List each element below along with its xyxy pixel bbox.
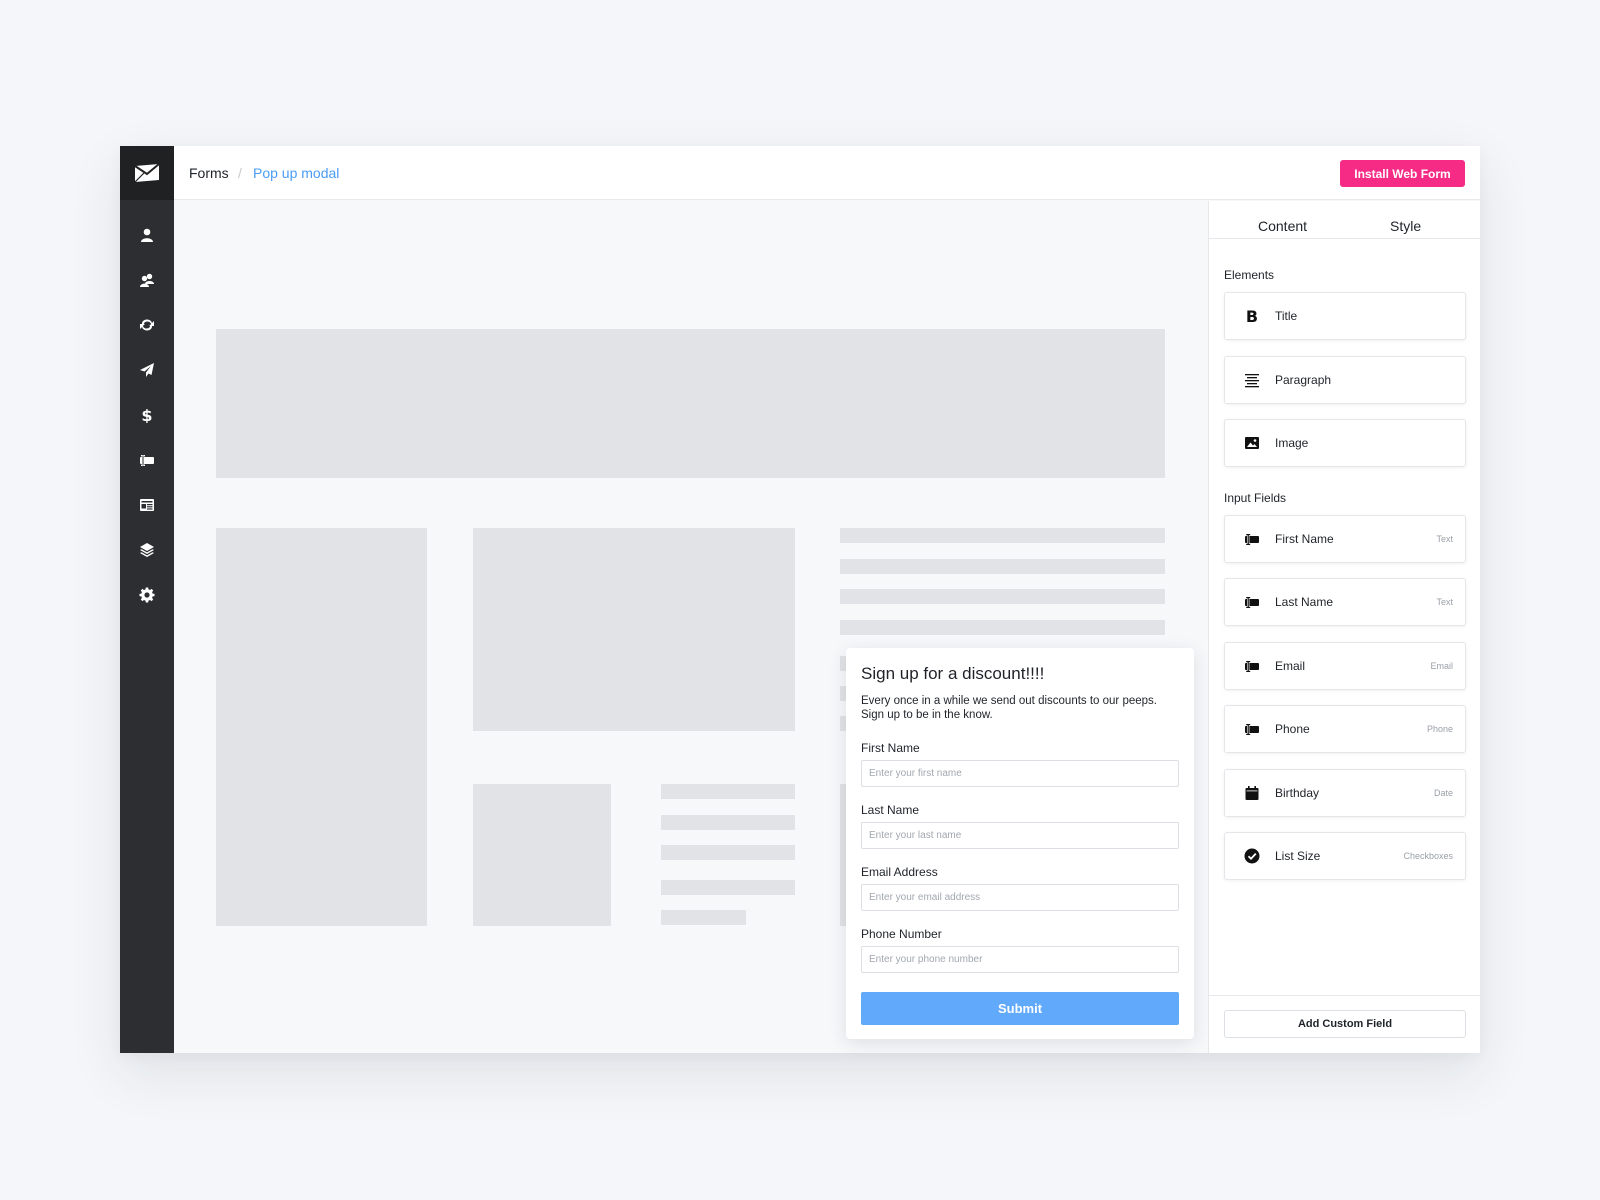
install-web-form-button[interactable]: Install Web Form: [1340, 160, 1465, 187]
dollar-icon: $: [141, 407, 152, 423]
svg-text:B: B: [1246, 308, 1258, 324]
last-name-input[interactable]: [861, 822, 1179, 849]
placeholder-line: [840, 559, 1165, 574]
modal-title[interactable]: Sign up for a discount!!!!: [861, 664, 1044, 684]
input-fields-heading: Input Fields: [1224, 491, 1287, 505]
align-center-icon: [1244, 372, 1260, 388]
panel-footer: Add Custom Field: [1209, 995, 1480, 1053]
form-field-icon: [1244, 531, 1260, 547]
field-list-size[interactable]: List Size Checkboxes: [1224, 832, 1466, 880]
breadcrumb-forms[interactable]: Forms: [189, 165, 229, 181]
field-last-name[interactable]: Last Name Text: [1224, 578, 1466, 626]
nav-reports[interactable]: [120, 491, 174, 519]
placeholder-line: [661, 880, 795, 895]
image-icon: [1244, 435, 1260, 451]
submit-button[interactable]: Submit: [861, 992, 1179, 1025]
form-field-icon: [140, 455, 154, 466]
sync-icon: [140, 319, 154, 331]
nav-forms[interactable]: [120, 446, 174, 474]
field-email-type: Email: [1430, 661, 1453, 671]
add-custom-field-button[interactable]: Add Custom Field: [1224, 1010, 1466, 1038]
nav-groups[interactable]: [120, 266, 174, 294]
field-birthday-label: Birthday: [1275, 786, 1320, 800]
users-icon: [140, 273, 154, 287]
field-list-size-label: List Size: [1275, 849, 1321, 863]
envelope-logo-icon: [134, 163, 160, 183]
field-email-label: Email: [1275, 659, 1306, 673]
element-title[interactable]: B Title: [1224, 292, 1466, 340]
placeholder-line: [661, 784, 795, 799]
email-address-label: Email Address: [861, 865, 938, 879]
field-phone[interactable]: Phone Phone: [1224, 705, 1466, 753]
placeholder-line: [661, 815, 795, 830]
placeholder-tall-block: [216, 528, 427, 926]
properties-panel: Content Style Elements B Title Paragraph…: [1208, 201, 1480, 1053]
tab-style[interactable]: Style: [1390, 218, 1421, 234]
paper-plane-icon: [140, 363, 154, 377]
element-image[interactable]: Image: [1224, 419, 1466, 467]
field-last-name-type: Text: [1436, 597, 1453, 607]
app-window: $ Forms / Pop up modal Install Web Form: [120, 146, 1480, 1053]
first-name-input[interactable]: [861, 760, 1179, 787]
top-bar: Forms / Pop up modal Install Web Form: [174, 146, 1480, 200]
elements-heading: Elements: [1224, 268, 1275, 282]
field-first-name[interactable]: First Name Text: [1224, 515, 1466, 563]
calendar-icon: [1244, 785, 1260, 801]
gear-icon: [139, 587, 155, 603]
field-email[interactable]: Email Email: [1224, 642, 1466, 690]
email-address-input[interactable]: [861, 884, 1179, 911]
element-image-label: Image: [1275, 436, 1309, 450]
nav-campaigns[interactable]: [120, 356, 174, 384]
field-phone-type: Phone: [1426, 724, 1453, 734]
logo[interactable]: [120, 146, 174, 200]
sidebar: $: [120, 146, 174, 1053]
nav-billing[interactable]: $: [120, 401, 174, 429]
breadcrumb-current[interactable]: Pop up modal: [253, 165, 339, 181]
signup-popup-modal: Sign up for a discount!!!! Every once in…: [846, 648, 1194, 1039]
field-birthday[interactable]: Birthday Date: [1224, 769, 1466, 817]
placeholder-small-block: [473, 784, 611, 926]
panel-tabs: Content Style: [1209, 201, 1480, 239]
placeholder-hero: [216, 329, 1165, 478]
first-name-label: First Name: [861, 741, 920, 755]
newspaper-icon: [140, 499, 154, 511]
nav-automations[interactable]: [120, 311, 174, 339]
field-birthday-type: Date: [1433, 788, 1453, 798]
field-first-name-label: First Name: [1275, 532, 1334, 546]
form-field-icon: [1244, 594, 1260, 610]
modal-description[interactable]: Every once in a while we send out discou…: [861, 694, 1179, 722]
last-name-label: Last Name: [861, 803, 920, 817]
element-paragraph[interactable]: Paragraph: [1224, 356, 1466, 404]
placeholder-line: [661, 910, 746, 925]
phone-number-input[interactable]: [861, 946, 1179, 973]
placeholder-line: [661, 845, 795, 860]
placeholder-image-block: [473, 528, 795, 731]
breadcrumb-separator: /: [238, 165, 242, 181]
bold-icon: B: [1244, 308, 1260, 324]
placeholder-line: [840, 528, 1165, 543]
placeholder-line: [840, 589, 1165, 604]
element-title-label: Title: [1275, 309, 1298, 323]
user-icon: [141, 228, 153, 242]
phone-number-label: Phone Number: [861, 927, 942, 941]
layers-icon: [140, 543, 154, 557]
placeholder-line: [840, 620, 1165, 635]
nav-contacts[interactable]: [120, 221, 174, 249]
nav-settings[interactable]: [120, 581, 174, 609]
element-paragraph-label: Paragraph: [1275, 373, 1332, 387]
field-first-name-type: Text: [1436, 534, 1453, 544]
form-field-icon: [1244, 658, 1260, 674]
nav-layers[interactable]: [120, 536, 174, 564]
field-phone-label: Phone: [1275, 722, 1310, 736]
tab-content[interactable]: Content: [1258, 218, 1307, 234]
field-list-size-type: Checkboxes: [1403, 851, 1453, 861]
form-field-icon: [1244, 721, 1260, 737]
field-last-name-label: Last Name: [1275, 595, 1334, 609]
check-circle-icon: [1244, 848, 1260, 864]
svg-text:$: $: [141, 407, 152, 423]
